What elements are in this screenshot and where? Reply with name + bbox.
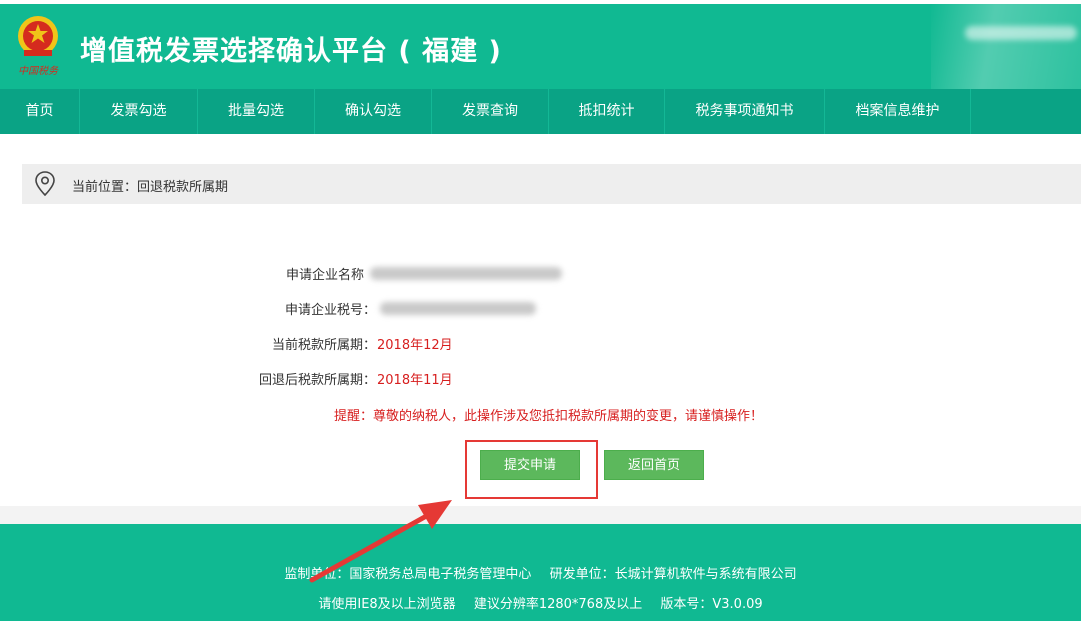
warning-message: 提醒：尊敬的纳税人，此操作涉及您抵扣税款所属期的变更，请谨慎操作！ <box>334 409 764 424</box>
national-emblem-icon: 中国税务 <box>18 16 59 77</box>
return-home-button[interactable]: 返回首页 <box>604 450 704 480</box>
footer-version: 版本号：V3.0.09 <box>660 597 763 612</box>
nav-item-home[interactable]: 首页 <box>0 89 80 134</box>
current-period-value: 2018年12月 <box>377 338 453 353</box>
header-top-line <box>0 0 1081 4</box>
breadcrumb-text: 当前位置：回退税款所属期 <box>72 180 229 195</box>
footer-browser-hint: 请使用IE8及以上浏览器 <box>318 597 456 612</box>
breadcrumb: 当前位置：回退税款所属期 <box>22 164 1081 204</box>
footer-line-1: 监制单位：国家税务总局电子税务管理中心 研发单位：长城计算机软件与系统有限公司 <box>0 563 1081 582</box>
site-title: 增值税发票选择确认平台 ( 福建 ) <box>80 36 502 67</box>
nav-item-deduction-stats[interactable]: 抵扣统计 <box>549 89 665 134</box>
location-pin-icon <box>35 171 55 197</box>
user-info-redacted <box>965 26 1077 40</box>
current-period-row: 当前税款所属期： 2018年12月 <box>0 334 1081 354</box>
annotation-highlight-box <box>465 440 598 499</box>
header-glow <box>931 0 1081 89</box>
rollback-period-row: 回退后税款所属期： 2018年11月 <box>0 369 1081 389</box>
current-period-label: 当前税款所属期： <box>271 338 376 353</box>
nav-item-invoice-select[interactable]: 发票勾选 <box>80 89 198 134</box>
rollback-period-value: 2018年11月 <box>377 373 453 388</box>
nav-item-invoice-query[interactable]: 发票查询 <box>432 89 549 134</box>
header-banner: 中国税务 增值税发票选择确认平台 ( 福建 ) <box>0 0 1081 89</box>
company-name-label: 申请企业名称 <box>285 268 364 283</box>
company-name-row: 申请企业名称 <box>0 264 1081 284</box>
footer: 监制单位：国家税务总局电子税务管理中心 研发单位：长城计算机软件与系统有限公司 … <box>0 524 1081 621</box>
company-tax-row: 申请企业税号： <box>0 299 1081 319</box>
emblem-text: 中国税务 <box>18 65 59 77</box>
nav-item-tax-notices[interactable]: 税务事项通知书 <box>665 89 825 134</box>
company-tax-value-redacted <box>380 302 536 315</box>
rollback-period-label: 回退后税款所属期： <box>258 373 376 388</box>
company-name-value-redacted <box>370 267 562 280</box>
footer-resolution-hint: 建议分辨率1280*768及以上 <box>473 597 643 612</box>
footer-developer: 研发单位：长城计算机软件与系统有限公司 <box>549 567 797 582</box>
footer-supervisor: 监制单位：国家税务总局电子税务管理中心 <box>284 567 532 582</box>
nav-item-batch-select[interactable]: 批量勾选 <box>198 89 315 134</box>
main-nav: 首页 发票勾选 批量勾选 确认勾选 发票查询 抵扣统计 税务事项通知书 档案信息… <box>0 89 1081 134</box>
main-content: 当前位置：回退税款所属期 申请企业名称 申请企业税号： 当前税款所属期： 201… <box>0 134 1081 506</box>
nav-item-archive-maintenance[interactable]: 档案信息维护 <box>825 89 971 134</box>
footer-line-2: 请使用IE8及以上浏览器 建议分辨率1280*768及以上 版本号：V3.0.0… <box>0 593 1081 612</box>
nav-item-confirm-select[interactable]: 确认勾选 <box>315 89 432 134</box>
company-tax-label: 申请企业税号： <box>284 303 376 318</box>
